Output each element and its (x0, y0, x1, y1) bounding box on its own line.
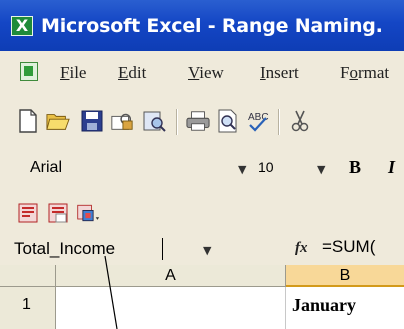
column-header-b[interactable]: B (286, 265, 404, 287)
name-box-dropdown-arrow-icon[interactable]: ▼ (203, 244, 211, 257)
menu-edit-rest: dit (128, 63, 147, 82)
toolbar-separator (278, 109, 279, 135)
menu-format[interactable]: Format (340, 63, 389, 83)
permission-icon[interactable] (110, 109, 134, 133)
document-icon[interactable] (20, 62, 38, 81)
menu-format-mnemonic: o (349, 63, 358, 82)
italic-button[interactable]: I (388, 157, 395, 178)
font-size-select[interactable]: 10 (258, 159, 274, 175)
select-all-corner[interactable] (0, 265, 56, 287)
menu-view-rest: iew (199, 63, 224, 82)
cell-a1[interactable] (56, 287, 286, 329)
menu-file-rest: ile (69, 63, 87, 82)
cell-b1[interactable]: January (286, 287, 404, 329)
bold-button[interactable]: B (349, 157, 361, 178)
pdf-email-icon[interactable] (46, 201, 70, 225)
menu-bar: File Edit View Insert Format (0, 51, 404, 95)
save-icon[interactable] (80, 109, 104, 133)
excel-app-icon-letter: X (15, 15, 29, 35)
title-bar: X Microsoft Excel - Range Naming. (0, 0, 404, 51)
menu-format-rest: rmat (357, 63, 390, 82)
research-icon[interactable] (142, 109, 166, 133)
font-name-select[interactable]: Arial (14, 155, 230, 181)
menu-edit-mnemonic: E (118, 63, 129, 82)
standard-toolbar: ABC (0, 99, 404, 149)
menu-insert-rest: nsert (265, 63, 299, 82)
formula-input[interactable]: =SUM( (322, 237, 375, 257)
new-icon[interactable] (16, 109, 40, 133)
menu-insert[interactable]: Insert (260, 63, 299, 83)
font-size-dropdown-arrow-icon[interactable]: ▼ (317, 163, 325, 176)
font-dropdown-arrow-icon[interactable]: ▼ (238, 163, 246, 176)
pdf-review-icon[interactable] (76, 201, 100, 225)
cut-icon[interactable] (288, 109, 312, 133)
menu-edit[interactable]: Edit (118, 63, 146, 83)
menu-view[interactable]: View (188, 63, 224, 83)
insert-function-icon[interactable]: fx (295, 240, 308, 257)
print-icon[interactable] (186, 109, 210, 133)
window-title: Microsoft Excel - Range Naming. (41, 14, 383, 37)
pdf-toolbar (0, 189, 404, 233)
text-cursor (162, 238, 163, 260)
open-icon[interactable] (46, 109, 70, 133)
svg-text:ABC: ABC (248, 112, 269, 123)
column-header-a[interactable]: A (56, 265, 286, 287)
excel-app-icon[interactable]: X (11, 15, 33, 36)
formatting-toolbar: Arial ▼ 10 ▼ B I (0, 149, 404, 189)
name-box[interactable]: Total_Income (14, 236, 214, 262)
spelling-icon[interactable]: ABC (246, 109, 270, 133)
print-preview-icon[interactable] (216, 109, 240, 133)
menu-file[interactable]: File (60, 63, 86, 83)
menu-view-mnemonic: V (188, 63, 200, 82)
toolbar-separator (176, 109, 177, 135)
row-header-1[interactable]: 1 (0, 287, 56, 329)
worksheet-grid: A B 1 January (0, 265, 404, 329)
pdf-convert-icon[interactable] (16, 201, 40, 225)
